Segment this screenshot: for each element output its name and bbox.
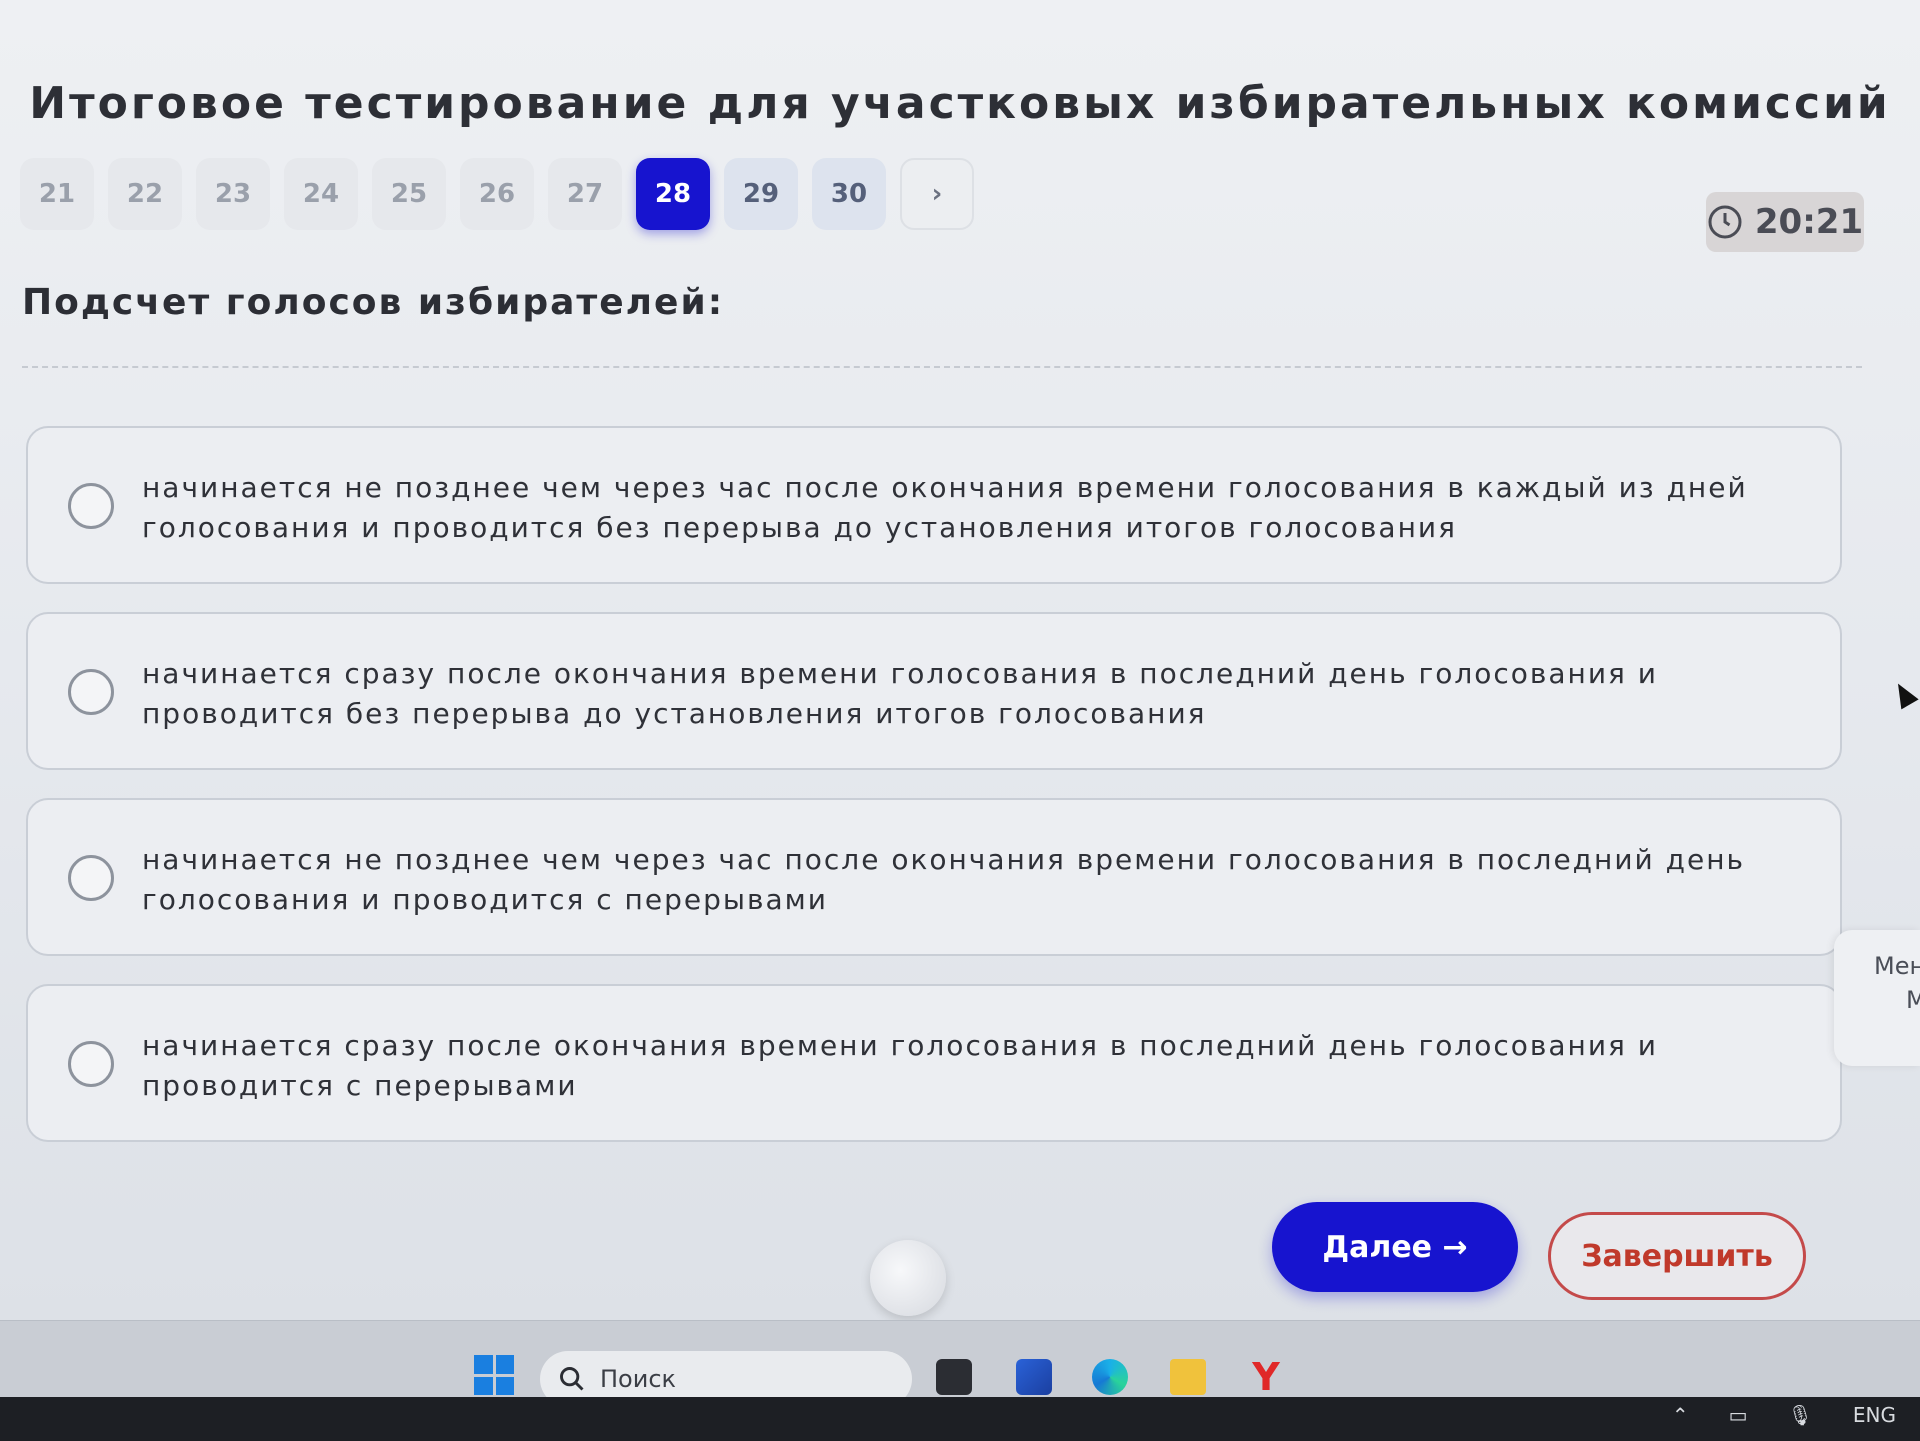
question-nav-27[interactable]: 27: [548, 158, 622, 230]
radio-button[interactable]: [68, 483, 114, 529]
question-nav-22[interactable]: 22: [108, 158, 182, 230]
windows-start-icon[interactable]: [474, 1355, 514, 1395]
search-placeholder: Поиск: [600, 1365, 677, 1393]
next-button[interactable]: Далее →: [1272, 1202, 1518, 1292]
question-navigation: 21 22 23 24 25 26 27 28 29 30 ›: [20, 158, 974, 230]
question-nav-24[interactable]: 24: [284, 158, 358, 230]
answer-option-text: начинается не позднее чем через час посл…: [142, 471, 1748, 544]
answer-option[interactable]: начинается сразу после окончания времени…: [26, 984, 1842, 1142]
question-nav-23[interactable]: 23: [196, 158, 270, 230]
store-icon[interactable]: [1016, 1359, 1052, 1395]
test-page: Итоговое тестирование для участковых изб…: [0, 0, 1920, 1320]
folder-icon[interactable]: [1170, 1359, 1206, 1395]
language-indicator[interactable]: ENG: [1853, 1403, 1896, 1427]
radio-button[interactable]: [68, 669, 114, 715]
side-menu-panel[interactable]: Мен М: [1834, 930, 1920, 1066]
side-menu-label-2: М: [1906, 986, 1920, 1014]
microphone-icon[interactable]: 🎙: [1788, 1403, 1813, 1427]
question-text: Подсчет голосов избирателей:: [22, 282, 725, 323]
edge-browser-icon[interactable]: [1092, 1359, 1128, 1395]
question-nav-26[interactable]: 26: [460, 158, 534, 230]
radio-button[interactable]: [68, 1041, 114, 1087]
file-explorer-icon[interactable]: [936, 1359, 972, 1395]
question-nav-29[interactable]: 29: [724, 158, 798, 230]
question-nav-30[interactable]: 30: [812, 158, 886, 230]
page-title: Итоговое тестирование для участковых изб…: [29, 78, 1891, 129]
divider: [22, 366, 1862, 368]
side-menu-label: Мен: [1874, 952, 1920, 980]
loading-spinner: [870, 1240, 946, 1316]
answer-option-text: начинается не позднее чем через час посл…: [142, 843, 1746, 916]
mouse-cursor-icon: [1889, 678, 1919, 710]
question-nav-21[interactable]: 21: [20, 158, 94, 230]
search-icon: [560, 1367, 584, 1391]
answer-option-text: начинается сразу после окончания времени…: [142, 1029, 1658, 1102]
timer-value: 20:21: [1754, 202, 1864, 242]
finish-button[interactable]: Завершить: [1548, 1212, 1806, 1300]
timer: 20:21: [1706, 192, 1864, 252]
answer-option[interactable]: начинается сразу после окончания времени…: [26, 612, 1842, 770]
radio-button[interactable]: [68, 855, 114, 901]
question-nav-next-button[interactable]: ›: [900, 158, 974, 230]
system-tray: ⌃ ▭ 🎙 ENG: [1672, 1403, 1896, 1427]
question-nav-25[interactable]: 25: [372, 158, 446, 230]
question-nav-28[interactable]: 28: [636, 158, 710, 230]
taskbar-bottom-strip: [0, 1397, 1920, 1441]
answer-option-text: начинается сразу после окончания времени…: [142, 657, 1658, 730]
network-icon[interactable]: ▭: [1729, 1403, 1748, 1427]
answer-option[interactable]: начинается не позднее чем через час посл…: [26, 426, 1842, 584]
clock-icon: [1708, 205, 1742, 239]
taskbar: Поиск Y ⌃ ▭ 🎙 ENG: [0, 1320, 1920, 1441]
answer-option[interactable]: начинается не позднее чем через час посл…: [26, 798, 1842, 956]
chevron-up-icon[interactable]: ⌃: [1672, 1403, 1689, 1427]
yandex-browser-icon[interactable]: Y: [1248, 1355, 1284, 1399]
answer-options: начинается не позднее чем через час посл…: [26, 426, 1842, 1142]
